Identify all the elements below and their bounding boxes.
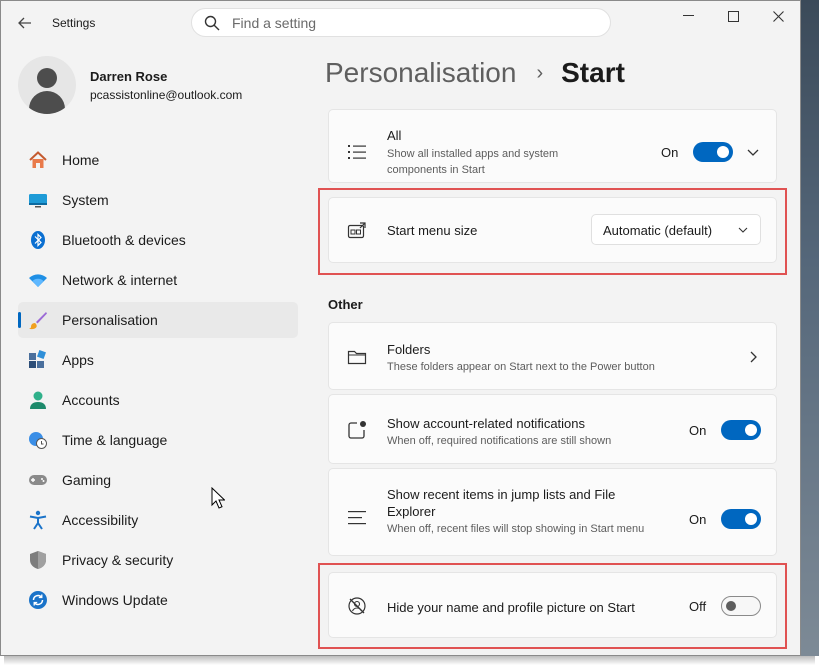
breadcrumb-separator: ›: [536, 61, 544, 84]
sidebar-item-accessibility[interactable]: Accessibility: [18, 502, 298, 538]
network-icon: [29, 274, 47, 287]
toggle-state-label: On: [689, 423, 707, 438]
sidebar-item-label: Network & internet: [62, 272, 178, 288]
profile-email: pcassistonline@outlook.com: [90, 87, 243, 102]
maximize-button[interactable]: [710, 5, 756, 27]
list-icon: [348, 145, 366, 159]
sidebar-item-label: Windows Update: [62, 592, 168, 608]
sidebar-item-label: Personalisation: [62, 312, 158, 328]
sidebar-item-label: System: [62, 192, 109, 208]
apps-icon: [29, 350, 46, 368]
sidebar-item-accounts[interactable]: Accounts: [18, 382, 298, 418]
sidebar-item-gaming[interactable]: Gaming: [18, 462, 298, 498]
profile-name: Darren Rose: [90, 68, 168, 84]
sidebar-item-label: Gaming: [62, 472, 112, 488]
sidebar-item-label: Accounts: [62, 392, 120, 408]
recent-items-toggle[interactable]: [721, 509, 761, 529]
setting-description: When off, recent files will stop showing…: [387, 523, 645, 535]
sidebar-item-privacy-security[interactable]: Privacy & security: [18, 542, 298, 578]
sidebar-item-network[interactable]: Network & internet: [18, 262, 298, 298]
highlight-start-menu-size: [318, 188, 787, 275]
sidebar-item-time-language[interactable]: Time & language: [18, 422, 298, 458]
minimize-icon: [682, 15, 694, 16]
back-button[interactable]: [11, 11, 39, 35]
highlight-hide-profile: [318, 563, 787, 649]
notification-dot-icon: [348, 421, 366, 439]
setting-title: All: [387, 128, 402, 143]
folder-icon: [347, 350, 367, 365]
close-button[interactable]: [755, 5, 800, 27]
setting-recent-items: Show recent items in jump lists and File…: [328, 468, 777, 556]
window-shadow: [4, 656, 815, 665]
search-icon: [204, 15, 220, 30]
sidebar-item-personalisation[interactable]: Personalisation: [18, 302, 298, 338]
home-icon: [29, 151, 47, 168]
search-box[interactable]: [191, 8, 611, 37]
update-icon: [29, 591, 47, 609]
toggle-state-label: On: [661, 145, 679, 160]
setting-all-apps[interactable]: All Show all installed apps and system c…: [328, 109, 777, 183]
setting-title: Show account-related notifications: [387, 416, 586, 431]
setting-title: Folders: [387, 342, 431, 357]
globe-clock-icon: [29, 432, 47, 449]
user-profile[interactable]: Darren Rose pcassistonline@outlook.com: [18, 56, 242, 114]
sidebar-item-label: Apps: [62, 352, 94, 368]
setting-title: Show recent items in jump lists and File…: [387, 487, 616, 519]
toggle-state-label: On: [689, 512, 707, 527]
setting-description: Show all installed apps and system compo…: [387, 148, 559, 176]
setting-account-notifications: Show account-related notifications When …: [328, 394, 777, 464]
sidebar-item-label: Home: [62, 152, 100, 168]
mouse-cursor-icon: [211, 487, 225, 509]
accounts-icon: [30, 391, 46, 409]
breadcrumb-parent[interactable]: Personalisation: [325, 57, 516, 89]
sidebar-item-windows-update[interactable]: Windows Update: [18, 582, 298, 618]
shield-icon: [30, 551, 46, 569]
breadcrumb: Personalisation › Start: [325, 57, 625, 89]
app-title: Settings: [52, 16, 96, 30]
close-icon: [772, 10, 784, 22]
setting-description: When off, required notifications are sti…: [387, 435, 612, 447]
brush-icon: [29, 312, 47, 330]
sidebar-item-bluetooth[interactable]: Bluetooth & devices: [18, 222, 298, 258]
all-apps-toggle[interactable]: [693, 142, 733, 162]
minimize-button[interactable]: [665, 5, 711, 27]
sidebar-item-label: Time & language: [62, 432, 168, 448]
chevron-right-icon[interactable]: [746, 350, 760, 364]
system-icon: [29, 194, 47, 208]
setting-description: These folders appear on Start next to th…: [387, 361, 655, 373]
gamepad-icon: [29, 475, 47, 485]
sidebar-item-home[interactable]: Home: [18, 142, 298, 178]
page-title: Start: [561, 57, 625, 88]
sidebar-item-label: Privacy & security: [62, 552, 174, 568]
bluetooth-icon: [31, 231, 45, 249]
section-header-other: Other: [328, 297, 363, 312]
sidebar-nav: Home System Bluetooth & devices Network …: [18, 142, 298, 622]
sidebar-item-label: Bluetooth & devices: [62, 232, 186, 248]
accessibility-icon: [29, 510, 47, 530]
account-notifications-toggle[interactable]: [721, 420, 761, 440]
sidebar-item-label: Accessibility: [62, 512, 139, 528]
sidebar-item-system[interactable]: System: [18, 182, 298, 218]
avatar: [18, 56, 76, 114]
title-bar: Settings: [1, 1, 800, 45]
back-arrow-icon: [18, 17, 31, 29]
lines-icon: [348, 511, 366, 525]
background-strip: [801, 0, 819, 656]
maximize-icon: [727, 10, 739, 22]
chevron-down-icon[interactable]: [746, 145, 760, 159]
setting-folders[interactable]: Folders These folders appear on Start ne…: [328, 322, 777, 390]
settings-window: Settings Darren Rose pcassistonline@outl…: [0, 0, 801, 656]
search-input[interactable]: [230, 13, 594, 32]
sidebar-item-apps[interactable]: Apps: [18, 342, 298, 378]
